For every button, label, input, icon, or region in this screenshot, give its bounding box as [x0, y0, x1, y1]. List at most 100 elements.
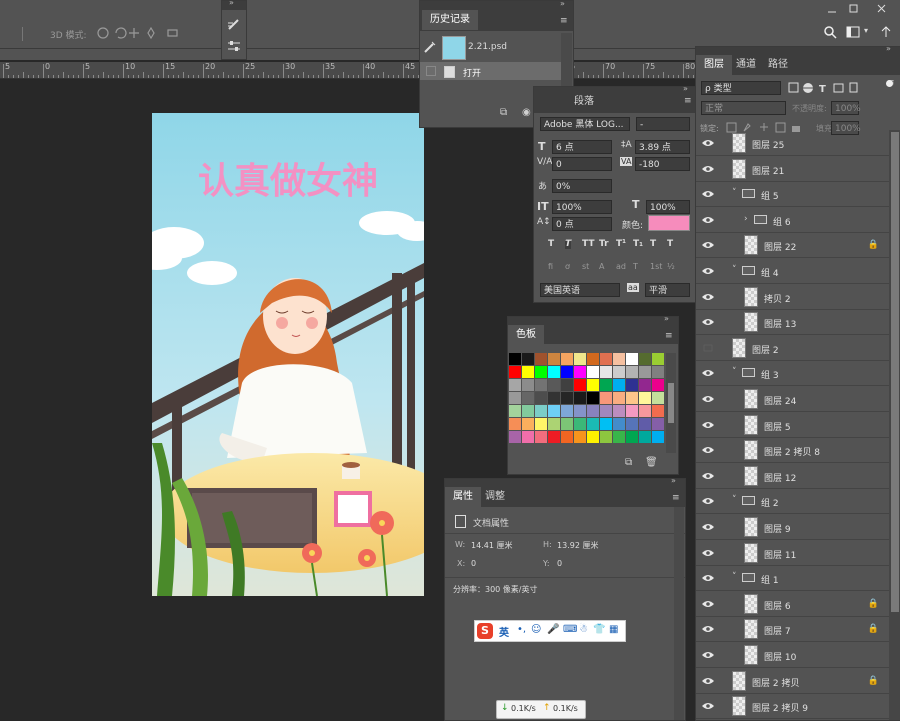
color-swatch[interactable]: [535, 392, 547, 404]
eye-icon[interactable]: [702, 369, 714, 377]
chevron-down-icon[interactable]: ˅: [732, 188, 737, 198]
new-swatch-icon[interactable]: ⧉: [625, 457, 632, 468]
collapse-icon[interactable]: »: [664, 314, 669, 323]
layer-row[interactable]: 图层 2 拷贝 9: [696, 693, 889, 720]
artwork-canvas[interactable]: 认真做女神: [152, 113, 424, 596]
color-swatch[interactable]: [652, 366, 664, 378]
layer-row[interactable]: 拷贝 2: [696, 284, 889, 310]
color-swatch[interactable]: [574, 379, 586, 391]
tab-paragraph[interactable]: 段落: [566, 92, 602, 112]
eye-icon[interactable]: [702, 190, 714, 198]
color-swatch[interactable]: [639, 366, 651, 378]
tab-paths[interactable]: 路径: [760, 55, 796, 75]
color-swatch[interactable]: [509, 366, 521, 378]
eye-icon[interactable]: [702, 523, 714, 531]
color-swatch[interactable]: [652, 392, 664, 404]
microphone-icon[interactable]: 🎤: [547, 624, 559, 635]
color-swatch[interactable]: [561, 405, 573, 417]
baseline-shift-field[interactable]: 0 点: [552, 217, 612, 231]
color-swatch[interactable]: [548, 353, 560, 365]
chevron-down-icon[interactable]: ▾: [864, 26, 868, 35]
color-swatch[interactable]: [548, 392, 560, 404]
eye-icon[interactable]: [702, 625, 714, 633]
filter-toggle-icon[interactable]: [886, 80, 893, 87]
color-swatch[interactable]: [561, 366, 573, 378]
eye-icon[interactable]: [702, 241, 714, 249]
visibility-off-icon[interactable]: [702, 344, 714, 352]
color-swatch[interactable]: [587, 366, 599, 378]
color-swatch[interactable]: [574, 431, 586, 443]
eye-icon[interactable]: [702, 216, 714, 224]
color-swatch[interactable]: [652, 418, 664, 430]
antialias-select[interactable]: 平滑: [645, 283, 690, 297]
eye-icon[interactable]: [702, 574, 714, 582]
layer-group-row[interactable]: ˅ 组 3: [696, 360, 889, 387]
color-swatch[interactable]: [548, 418, 560, 430]
font-style-select[interactable]: -: [636, 117, 690, 131]
opentype-button[interactable]: A: [599, 262, 604, 271]
tab-channels[interactable]: 通道: [728, 55, 764, 75]
color-swatch[interactable]: [522, 418, 534, 430]
collapse-icon[interactable]: »: [886, 44, 891, 53]
color-swatch[interactable]: [561, 379, 573, 391]
collapse-icon[interactable]: »: [671, 476, 676, 485]
color-swatch[interactable]: [574, 418, 586, 430]
eye-icon[interactable]: [702, 293, 714, 301]
layer-row[interactable]: 图层 2 拷贝 🔒: [696, 668, 889, 694]
color-swatch[interactable]: [548, 366, 560, 378]
collapse-icon[interactable]: »: [683, 84, 688, 93]
language-select[interactable]: 美国英语: [540, 283, 620, 297]
color-swatch[interactable]: [639, 392, 651, 404]
tab-properties[interactable]: 属性: [445, 487, 481, 507]
color-swatch[interactable]: [522, 392, 534, 404]
color-swatch[interactable]: [639, 379, 651, 391]
workspace-icon[interactable]: [846, 25, 860, 39]
color-swatch[interactable]: [626, 431, 638, 443]
trash-icon[interactable]: 🗑: [645, 457, 658, 468]
layer-group-row[interactable]: ˅ 组 4: [696, 258, 889, 284]
window-controls[interactable]: [820, 2, 900, 14]
tracking-field[interactable]: -180: [635, 157, 690, 171]
keyboard-icon[interactable]: ⌨: [563, 624, 577, 635]
brush-settings-icon[interactable]: [227, 39, 241, 53]
color-swatch[interactable]: [522, 366, 534, 378]
color-swatch[interactable]: [509, 418, 521, 430]
eye-icon[interactable]: [702, 421, 714, 429]
leading-field[interactable]: 3.89 点: [635, 140, 690, 154]
color-swatch[interactable]: [626, 379, 638, 391]
history-step-open[interactable]: 打开: [420, 62, 561, 80]
color-swatch[interactable]: [509, 405, 521, 417]
color-swatch[interactable]: [509, 353, 521, 365]
eye-icon[interactable]: [702, 395, 714, 403]
color-swatch[interactable]: [522, 431, 534, 443]
history-brush-icon[interactable]: [424, 41, 436, 53]
layer-filter-select[interactable]: ρ 类型: [701, 81, 781, 95]
color-swatch[interactable]: [639, 431, 651, 443]
color-swatch[interactable]: [626, 392, 638, 404]
panel-menu-icon[interactable]: ≡: [665, 331, 673, 341]
punctuation-icon[interactable]: •,: [517, 624, 526, 635]
brush-icon[interactable]: [227, 17, 241, 31]
collapse-icon[interactable]: »: [229, 0, 234, 7]
layers-scrollbar[interactable]: [889, 130, 900, 720]
color-swatch[interactable]: [561, 418, 573, 430]
font-size-field[interactable]: 6 点: [552, 140, 612, 154]
color-swatch[interactable]: [600, 392, 612, 404]
type-style-button[interactable]: TT: [582, 239, 595, 249]
color-swatch[interactable]: [587, 431, 599, 443]
color-swatch[interactable]: [600, 353, 612, 365]
skin-icon[interactable]: 👕: [593, 624, 605, 635]
color-swatch[interactable]: [587, 405, 599, 417]
color-swatch[interactable]: [587, 392, 599, 404]
color-swatch[interactable]: [613, 431, 625, 443]
color-swatch[interactable]: [535, 418, 547, 430]
emoji-icon[interactable]: ☺: [531, 624, 541, 635]
blend-mode-select[interactable]: 正常: [701, 101, 786, 115]
tab-layers[interactable]: 图层: [696, 55, 732, 75]
color-swatch[interactable]: [652, 405, 664, 417]
panel-menu-icon[interactable]: ≡: [672, 493, 680, 503]
color-swatch[interactable]: [561, 431, 573, 443]
camera-icon[interactable]: ◉: [522, 107, 531, 118]
tsume-field[interactable]: 0%: [552, 179, 612, 193]
layer-group-row[interactable]: ˅ 组 2: [696, 488, 889, 515]
